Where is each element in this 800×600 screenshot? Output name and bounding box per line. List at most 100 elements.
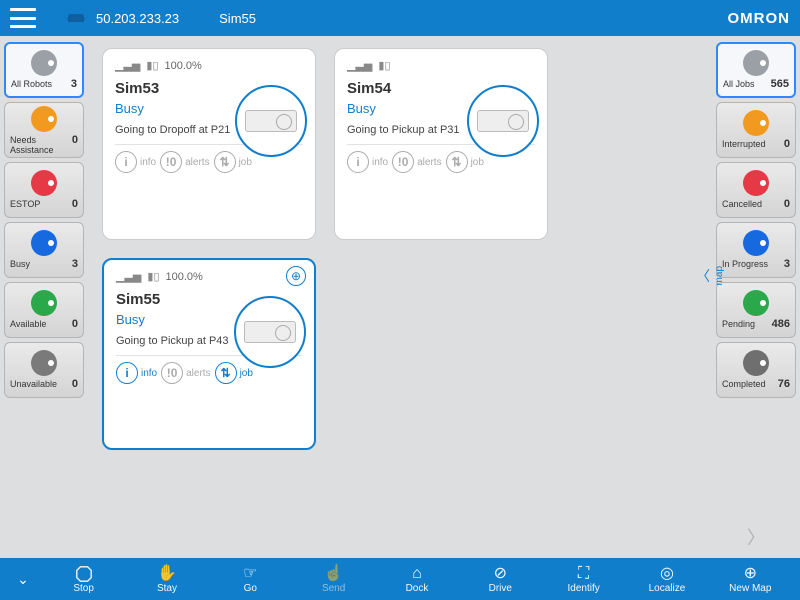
status-dot-icon bbox=[743, 110, 769, 136]
card-action-alerts[interactable]: !0 alerts bbox=[160, 151, 209, 173]
signal-icon: ▁▃▅ bbox=[116, 270, 141, 283]
filter-label: ESTOP bbox=[10, 199, 40, 209]
filter-count: 76 bbox=[778, 378, 790, 390]
cmd-localize-button[interactable]: ◎Localize bbox=[631, 565, 703, 594]
job-filter-interrupted[interactable]: Interrupted 0 bbox=[716, 102, 796, 158]
card-action-label: info bbox=[141, 368, 157, 379]
chevron-right-icon[interactable]: 〉 bbox=[747, 524, 765, 550]
card-action-info[interactable]: i info bbox=[115, 151, 156, 173]
card-action-alerts[interactable]: !0 alerts bbox=[161, 362, 210, 384]
card-action-info[interactable]: i info bbox=[347, 151, 388, 173]
filter-count: 565 bbox=[771, 78, 789, 90]
filter-count: 0 bbox=[72, 378, 78, 390]
filter-label: All Robots bbox=[11, 79, 52, 89]
cmd-label: Stay bbox=[157, 583, 177, 594]
filter-label: Interrupted bbox=[722, 139, 766, 149]
battery-icon: ▮▯ bbox=[378, 59, 390, 72]
battery-icon: ▮▯ bbox=[146, 59, 158, 72]
card-action-job[interactable]: ⇅ job bbox=[215, 362, 253, 384]
card-action-label: alerts bbox=[186, 368, 210, 379]
job-icon: ⇅ bbox=[215, 362, 237, 384]
job-filter-cancelled[interactable]: Cancelled0 bbox=[716, 162, 796, 218]
header-sim-name: Sim55 bbox=[219, 11, 256, 26]
filter-count: 0 bbox=[72, 198, 78, 210]
globe-icon[interactable]: ⊕ bbox=[286, 266, 306, 286]
jobs-filter-rail: All Jobs 565 Interrupted 0 Cancelled0 In P… bbox=[712, 36, 800, 558]
robot-filter-na[interactable]: Needs Assistance0 bbox=[4, 102, 84, 158]
card-action-label: info bbox=[140, 157, 156, 168]
status-dot-icon bbox=[743, 290, 769, 316]
cmd-label: Go bbox=[244, 583, 257, 594]
robots-canvas: ▁▃▅ ▮▯ 100.0% Sim53 Busy Going to Dropof… bbox=[88, 36, 712, 558]
map-expand-handle[interactable]: 〈 map bbox=[696, 266, 725, 286]
alerts-icon: !0 bbox=[160, 151, 182, 173]
robot-card-sim55[interactable]: ▁▃▅ ▮▯ 100.0% ⊕ Sim55 Busy Going to Pick… bbox=[102, 258, 316, 450]
robots-filter-rail: All Robots3 Needs Assistance0 ESTOP0 Bus… bbox=[0, 36, 88, 558]
card-action-label: job bbox=[240, 368, 253, 379]
robot-filter-unav[interactable]: Unavailable0 bbox=[4, 342, 84, 398]
robot-thumbnail bbox=[235, 85, 307, 157]
cmd-dock-button[interactable]: ⌂Dock bbox=[381, 565, 453, 594]
filter-label: Available bbox=[10, 319, 46, 329]
battery-value: 100.0% bbox=[165, 60, 202, 72]
job-filter-alljobs[interactable]: All Jobs 565 bbox=[716, 42, 796, 98]
job-filter-completed[interactable]: Completed76 bbox=[716, 342, 796, 398]
info-icon: i bbox=[115, 151, 137, 173]
cmd-stop-button[interactable]: Stop bbox=[48, 565, 120, 594]
status-dot-icon bbox=[743, 50, 769, 76]
filter-label: All Jobs bbox=[723, 79, 755, 89]
battery-value: 100.0% bbox=[166, 271, 203, 283]
command-toolbar: ⌄ Stop ✋Stay ☞Go ☝Send ⌂Dock ⊘Drive ⛶Identify ◎… bbox=[0, 558, 800, 600]
cmd-send-button[interactable]: ☝Send bbox=[298, 565, 370, 594]
status-dot-icon bbox=[31, 170, 57, 196]
toolbar-collapse-button[interactable]: ⌄ bbox=[8, 571, 38, 588]
robot-thumbnail bbox=[467, 85, 539, 157]
job-filter-pending[interactable]: Pending486 bbox=[716, 282, 796, 338]
alerts-icon: !0 bbox=[161, 362, 183, 384]
filter-count: 3 bbox=[784, 258, 790, 270]
chevron-left-icon: 〈 bbox=[696, 266, 710, 286]
card-action-info[interactable]: i info bbox=[116, 362, 157, 384]
signal-icon: ▁▃▅ bbox=[115, 59, 140, 72]
filter-count: 3 bbox=[72, 258, 78, 270]
cmd-label: Localize bbox=[649, 583, 686, 594]
filter-count: 0 bbox=[784, 138, 790, 150]
info-icon: i bbox=[116, 362, 138, 384]
robot-filter-busy[interactable]: Busy3 bbox=[4, 222, 84, 278]
job-icon: ⇅ bbox=[214, 151, 236, 173]
cmd-label: Stop bbox=[73, 583, 94, 594]
brand-logo: OMRON bbox=[728, 10, 791, 27]
card-action-job[interactable]: ⇅ job bbox=[214, 151, 252, 173]
robot-filter-avail[interactable]: Available0 bbox=[4, 282, 84, 338]
cmd-identify-button[interactable]: ⛶Identify bbox=[548, 565, 620, 594]
menu-button[interactable] bbox=[10, 8, 36, 28]
job-filter-inprogress[interactable]: In Progress 3 bbox=[716, 222, 796, 278]
robot-icon bbox=[66, 9, 86, 28]
card-action-alerts[interactable]: !0 alerts bbox=[392, 151, 441, 173]
alerts-icon: !0 bbox=[392, 151, 414, 173]
robot-card-sim54[interactable]: ▁▃▅ ▮▯ Sim54 Busy Going to Pickup at P31… bbox=[334, 48, 548, 240]
robot-filter-all[interactable]: All Robots3 bbox=[4, 42, 84, 98]
card-action-label: job bbox=[471, 157, 484, 168]
card-action-label: alerts bbox=[185, 157, 209, 168]
cmd-drive-button[interactable]: ⊘Drive bbox=[464, 565, 536, 594]
cmd-newmap-button[interactable]: ⊕New Map bbox=[714, 565, 786, 594]
filter-count: 0 bbox=[784, 198, 790, 210]
status-dot-icon bbox=[743, 230, 769, 256]
robot-card-sim53[interactable]: ▁▃▅ ▮▯ 100.0% Sim53 Busy Going to Dropof… bbox=[102, 48, 316, 240]
cmd-label: Identify bbox=[568, 583, 600, 594]
robot-filter-estop[interactable]: ESTOP 0 bbox=[4, 162, 84, 218]
filter-label: Pending bbox=[722, 319, 755, 329]
cmd-go-button[interactable]: ☞Go bbox=[214, 565, 286, 594]
card-action-label: alerts bbox=[417, 157, 441, 168]
header-ip: 50.203.233.23 bbox=[96, 11, 179, 26]
app-header: 50.203.233.23 Sim55 OMRON bbox=[0, 0, 800, 36]
status-dot-icon bbox=[31, 106, 57, 132]
filter-count: 0 bbox=[72, 134, 78, 146]
cmd-stay-button[interactable]: ✋Stay bbox=[131, 565, 203, 594]
card-action-job[interactable]: ⇅ job bbox=[446, 151, 484, 173]
status-dot-icon bbox=[31, 230, 57, 256]
filter-label: Needs Assistance bbox=[10, 135, 72, 155]
card-action-label: job bbox=[239, 157, 252, 168]
filter-label: In Progress bbox=[722, 259, 768, 269]
